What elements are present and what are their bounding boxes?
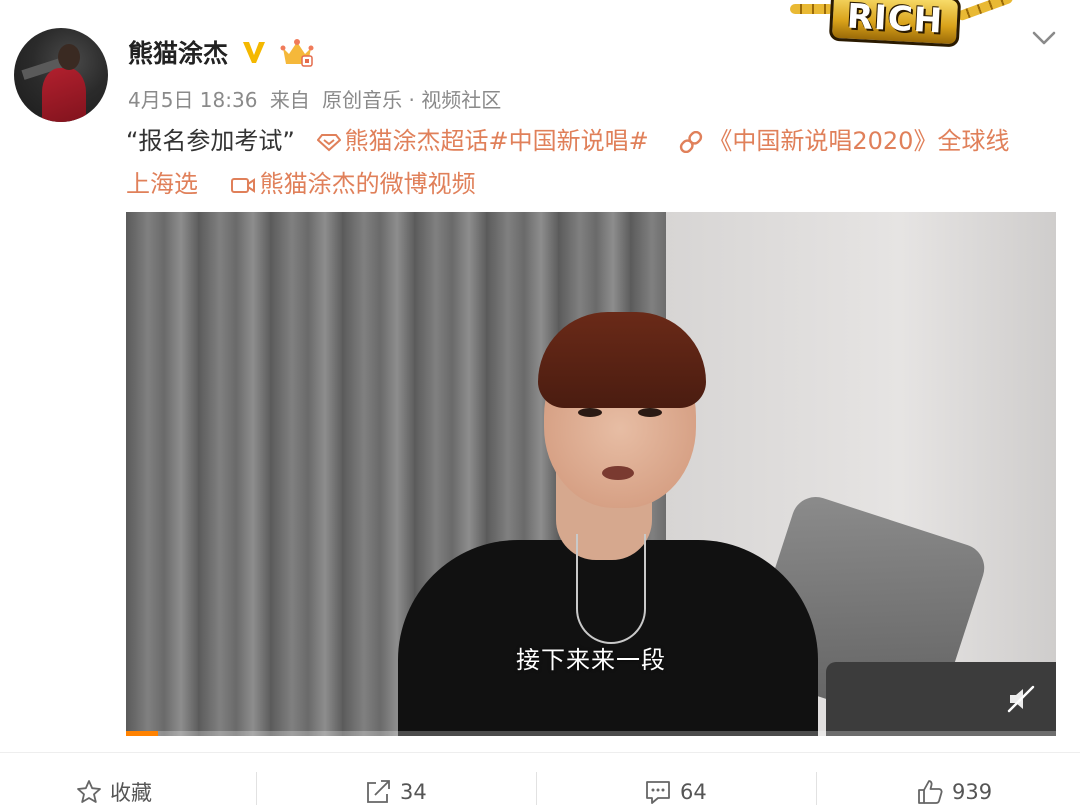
post-quote: “报名参加考试” — [126, 127, 295, 155]
video-frame-necklace — [576, 534, 646, 644]
rich-badge-chain — [790, 4, 834, 14]
repost-count: 34 — [400, 780, 427, 804]
post-source-prefix: 来自 — [269, 88, 310, 112]
video-frame-eye — [638, 408, 662, 417]
video-progress-fill — [126, 731, 158, 736]
action-separator — [536, 772, 537, 805]
avatar[interactable] — [14, 28, 108, 122]
video-frame-mouth — [602, 466, 634, 480]
post-date[interactable]: 4月5日 18:36 — [128, 88, 257, 112]
repost-button[interactable]: 34 — [364, 772, 427, 805]
video-link[interactable]: 熊猫涂杰的微博视频 — [260, 170, 476, 198]
username[interactable]: 熊猫涂杰 — [128, 34, 228, 70]
video-progress-track[interactable] — [126, 731, 1056, 736]
favorite-label: 收藏 — [110, 781, 152, 805]
like-button[interactable]: 939 — [916, 772, 992, 805]
event-link-part2: 上海选 — [126, 170, 198, 198]
repost-share-icon — [367, 780, 390, 803]
crown-membership-icon[interactable] — [280, 38, 314, 68]
comment-button[interactable]: 64 — [644, 772, 707, 805]
star-icon — [77, 780, 101, 803]
supertopic-link[interactable]: 熊猫涂杰超话 — [345, 127, 489, 155]
mute-icon[interactable] — [1006, 684, 1036, 714]
action-bar-divider — [0, 752, 1080, 753]
action-separator — [256, 772, 257, 805]
post-meta: 4月5日 18:36 来自 原创音乐 · 视频社区 — [128, 84, 507, 113]
thumbs-up-icon — [918, 780, 943, 804]
favorite-button[interactable]: 收藏 — [76, 772, 152, 805]
action-separator — [816, 772, 817, 805]
video-camera-icon — [230, 178, 255, 193]
comment-icon — [646, 781, 670, 804]
video-player[interactable]: 接下来来一段 — [126, 212, 1056, 736]
rich-badge-chain — [956, 0, 1014, 22]
video-subtitle: 接下来来一段 — [516, 646, 666, 674]
verified-v-icon — [243, 42, 265, 63]
supertopic-diamond-icon — [316, 134, 341, 152]
video-frame-eye — [578, 408, 602, 417]
like-count: 939 — [952, 780, 993, 804]
hashtag-link[interactable]: #中国新说唱# — [489, 127, 649, 155]
event-link-part1: 《中国新说唱2020》全球线 — [708, 127, 1010, 155]
link-icon — [680, 131, 703, 153]
comment-count: 64 — [680, 780, 707, 804]
chevron-down-icon[interactable] — [1030, 26, 1058, 50]
post-text: “报名参加考试” 熊猫涂杰超话#中国新说唱# 《中国新说唱2020》全球线上海选… — [126, 120, 1056, 206]
post-source[interactable]: 原创音乐 · 视频社区 — [322, 88, 501, 112]
rich-badge: RICH — [828, 0, 962, 48]
